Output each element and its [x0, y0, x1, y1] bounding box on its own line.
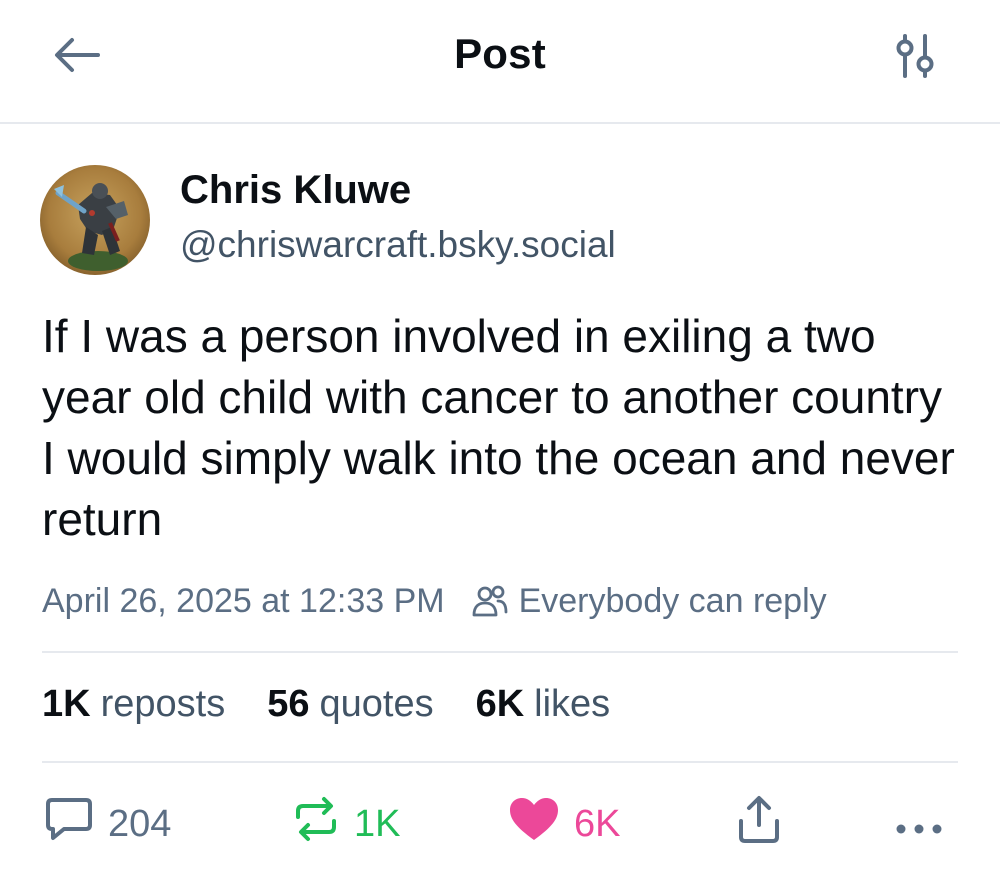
post-body-text: If I was a person involved in exiling a …: [42, 310, 955, 545]
divider: [42, 651, 958, 653]
post-timestamp[interactable]: April 26, 2025 at 12:33 PM: [42, 582, 445, 621]
like-count: 6K: [574, 802, 621, 845]
thread-settings-button[interactable]: [886, 30, 944, 86]
post-meta: April 26, 2025 at 12:33 PM Everybody can…: [42, 578, 827, 624]
quotes-stat[interactable]: 56 quotes: [267, 683, 433, 726]
likes-count: 6K: [475, 683, 525, 725]
like-button[interactable]: 6K: [508, 792, 620, 856]
reposts-stat[interactable]: 1K reposts: [42, 683, 225, 726]
quotes-label: quotes: [319, 683, 434, 725]
page-title: Post: [454, 30, 546, 77]
share-icon: [736, 793, 782, 855]
heart-icon: [508, 796, 560, 852]
repost-count: 1K: [354, 802, 401, 845]
more-options-button[interactable]: [894, 792, 944, 856]
reply-setting-text[interactable]: Everybody can reply: [519, 582, 827, 621]
author-display-name[interactable]: Chris Kluwe: [180, 168, 411, 213]
quotes-count: 56: [267, 683, 310, 725]
people-icon: [471, 584, 509, 618]
repost-arrows-icon: [292, 795, 340, 853]
avatar[interactable]: [40, 165, 150, 275]
reply-count: 204: [108, 802, 172, 845]
likes-label: likes: [534, 683, 611, 725]
reply-button[interactable]: 204: [44, 792, 171, 856]
reposts-count: 1K: [42, 683, 91, 725]
author-handle[interactable]: @chriswarcraft.bsky.social: [180, 224, 616, 266]
repost-button[interactable]: 1K: [292, 792, 400, 856]
more-dots-icon: [894, 803, 944, 846]
top-bar: Post: [0, 0, 1000, 124]
speech-bubble-icon: [44, 795, 94, 853]
reposts-label: reposts: [100, 683, 226, 725]
share-button[interactable]: [736, 792, 782, 856]
engagement-stats: 1K reposts 56 quotes 6K likes: [42, 683, 652, 726]
post-actions-bar: 204 1K 6K: [0, 792, 1000, 856]
likes-stat[interactable]: 6K likes: [476, 683, 611, 726]
sliders-icon: [893, 32, 937, 85]
divider: [42, 761, 958, 763]
